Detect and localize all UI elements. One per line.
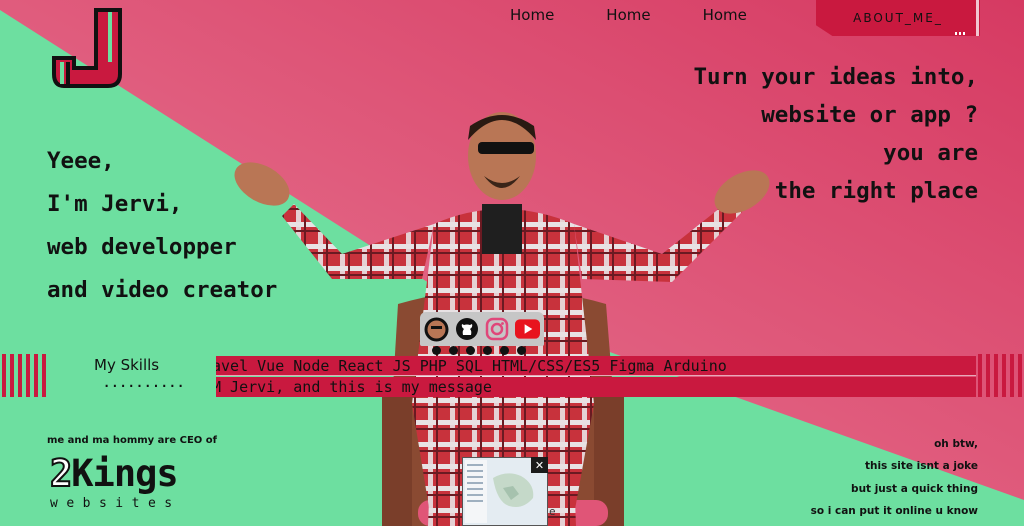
nav-home-3[interactable]: Home (703, 6, 747, 24)
ceo-text: me and ma hommy are CEO of (47, 435, 217, 446)
skills-dots: .......... (103, 376, 186, 390)
skills-title: My Skills (94, 356, 160, 374)
note-line: this site isnt a joke (864, 460, 978, 472)
carousel-dot[interactable] (449, 346, 458, 355)
kings-brand-digit: 2 (49, 452, 73, 495)
about-tab-edge (976, 0, 979, 36)
nav-home-1[interactable]: Home (510, 6, 554, 24)
carousel-dot[interactable] (432, 346, 441, 355)
j-logo-icon (52, 8, 122, 88)
message-marquee: M Jervi, and this is my message (216, 377, 976, 397)
note-line: oh btw, (934, 438, 978, 450)
instagram-icon[interactable] (485, 317, 509, 342)
carousel-dot[interactable] (483, 346, 492, 355)
note-line: but just a quick thing (851, 483, 978, 495)
carousel-dots (432, 346, 526, 355)
popup-tail-text: e (549, 505, 556, 518)
top-nav: Home Home Home (510, 6, 747, 24)
kings-brand-logo[interactable]: 2Kings websites (49, 452, 181, 512)
pitch-line: Turn your ideas into, (693, 64, 978, 90)
social-bar (420, 312, 544, 346)
stripes-left (2, 354, 46, 397)
kings-brand-sub: websites (50, 496, 181, 511)
about-tab-dots (955, 32, 967, 35)
youtube-icon[interactable] (515, 317, 540, 342)
avatar-icon[interactable] (424, 317, 449, 342)
stripes-right (978, 354, 1022, 397)
kings-brand-word: 2Kings (49, 452, 181, 495)
kings-brand-name: Kings (71, 452, 178, 495)
carousel-dot[interactable] (466, 346, 475, 355)
note-line: so i can put it online u know (810, 505, 978, 517)
carousel-dot[interactable] (500, 346, 509, 355)
skills-marquee-text: avel Vue Node React JS PHP SQL HTML/CSS/… (216, 357, 727, 375)
nav-home-2[interactable]: Home (606, 6, 650, 24)
about-me-tab[interactable]: ABOUT_ME_ (816, 0, 980, 36)
message-marquee-text: M Jervi, and this is my message (216, 378, 492, 396)
carousel-dot[interactable] (517, 346, 526, 355)
popup-close-button[interactable]: ✕ (531, 457, 548, 473)
github-icon[interactable] (455, 317, 479, 342)
skills-marquee: avel Vue Node React JS PHP SQL HTML/CSS/… (216, 356, 976, 376)
site-logo[interactable] (52, 8, 124, 88)
